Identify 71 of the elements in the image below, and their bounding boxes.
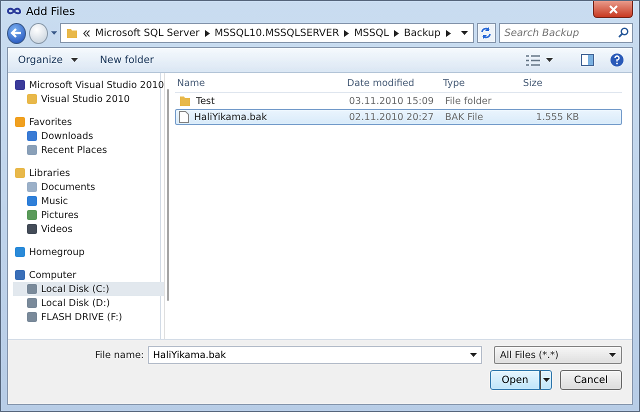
navigation-item[interactable]: Homegroup <box>13 245 164 259</box>
navigation-item[interactable]: Local Disk (D:) <box>13 296 164 310</box>
search-icon <box>618 27 629 38</box>
navigation-item[interactable]: Videos <box>13 222 164 236</box>
navigation-item[interactable]: Recent Places <box>13 143 164 157</box>
window-title: Add Files <box>26 4 75 18</box>
close-button[interactable] <box>593 1 633 18</box>
type-cell-text: File folder <box>445 96 492 106</box>
dropdown-caret-icon <box>609 353 616 357</box>
back-button[interactable] <box>7 22 26 44</box>
folder-icon <box>179 95 191 107</box>
chevron-icon[interactable] <box>344 30 350 36</box>
navigation-item[interactable]: Visual Studio 2010 <box>13 92 164 106</box>
navigation-item[interactable]: Documents <box>13 180 164 194</box>
cancel-button[interactable]: Cancel <box>560 370 622 390</box>
column-header[interactable]: Type <box>441 78 519 89</box>
refresh-button[interactable] <box>476 23 496 43</box>
file-name-label: File name: <box>94 350 144 360</box>
column-header[interactable]: Date modified <box>345 78 441 89</box>
navigation-item[interactable]: Downloads <box>13 129 164 143</box>
close-icon <box>608 4 618 14</box>
refresh-icon <box>480 27 492 39</box>
double-chevron-icon <box>83 30 90 36</box>
nav-icon <box>15 247 25 257</box>
navigation-item[interactable]: Libraries <box>13 166 164 180</box>
help-icon[interactable] <box>610 53 624 67</box>
breadcrumb-item[interactable]: Backup <box>404 28 441 38</box>
address-bar[interactable]: Microsoft SQL Server MSSQL10.MSSQLSERVER MSSQL Backup <box>60 23 474 43</box>
navigation-item[interactable]: Computer <box>13 268 164 282</box>
caret-icon[interactable] <box>50 31 58 35</box>
chevron-icon[interactable] <box>446 30 451 36</box>
file-type-dropdown[interactable]: All Files (*.*) <box>494 346 622 364</box>
chevron-icon[interactable] <box>394 30 399 36</box>
back-arrow-icon <box>10 27 22 39</box>
breadcrumb-item[interactable]: Microsoft SQL Server <box>95 28 200 38</box>
folder-icon <box>66 27 78 39</box>
search-field[interactable]: Search Backup <box>499 23 633 43</box>
open-button[interactable]: Open <box>490 370 540 390</box>
file-name: Test <box>196 96 215 106</box>
scrollbar-thumb[interactable] <box>167 89 170 301</box>
chevron-icon[interactable] <box>204 30 210 36</box>
infinity-icon <box>7 7 21 15</box>
organize-button[interactable]: Organize <box>16 54 65 66</box>
new-folder-button[interactable]: New folder <box>98 54 156 66</box>
view-list-icon[interactable] <box>526 54 540 66</box>
navigation-item[interactable]: Music <box>13 194 164 208</box>
column-header[interactable]: Size <box>519 78 575 89</box>
caret-icon <box>542 378 550 382</box>
navigation-item[interactable]: Microsoft Visual Studio 2010 <box>13 78 164 92</box>
file-row[interactable]: Test 03.11.2010 15:09 File folder <box>175 93 622 109</box>
column-header[interactable]: Name <box>175 78 345 89</box>
caret-icon[interactable] <box>546 58 553 62</box>
preview-pane-icon[interactable] <box>581 54 594 66</box>
file-icon <box>179 111 189 123</box>
date-cell-text: 03.11.2010 15:09 <box>349 96 435 106</box>
file-name-field[interactable]: HaliYikama.bak <box>148 346 482 364</box>
caret-icon[interactable] <box>70 58 78 62</box>
dropdown-caret-icon <box>470 353 477 357</box>
dropdown-caret-icon[interactable] <box>460 31 468 35</box>
navigation-item[interactable]: FLASH DRIVE (F:) <box>13 310 164 324</box>
size-cell-text: 1.555 KB <box>535 112 579 122</box>
open-options-button[interactable] <box>540 370 552 390</box>
breadcrumb-item[interactable]: MSSQL10.MSSQLSERVER <box>214 28 340 38</box>
file-row[interactable]: HaliYikama.bak 02.11.2010 20:27 BAK File 1.555 KB <box>175 109 622 125</box>
breadcrumb-item[interactable]: MSSQL <box>354 28 389 38</box>
file-name: HaliYikama.bak <box>194 112 267 122</box>
navigation-item[interactable]: Favorites <box>13 115 164 129</box>
type-cell-text: BAK File <box>445 112 484 122</box>
date-cell-text: 02.11.2010 20:27 <box>349 112 435 122</box>
navigation-item[interactable]: Pictures <box>13 208 164 222</box>
navigation-item[interactable]: Local Disk (C:) <box>13 282 164 296</box>
